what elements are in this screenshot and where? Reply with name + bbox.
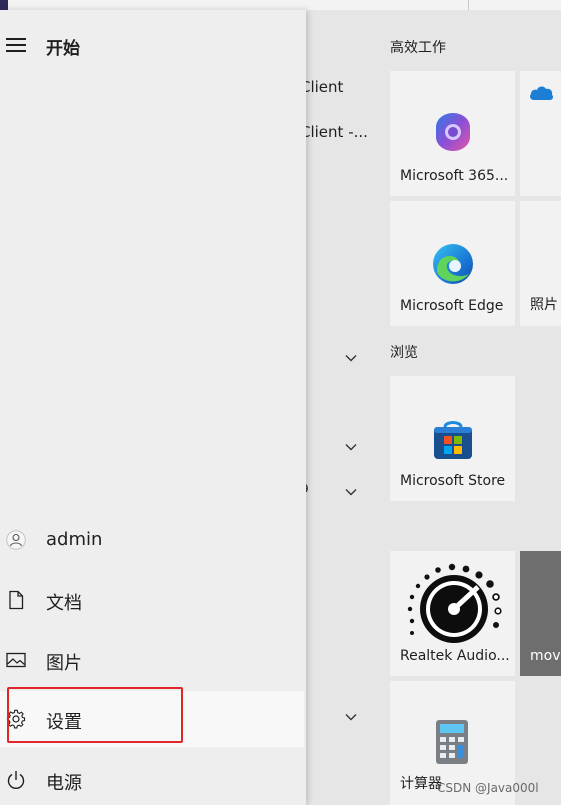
chevron-down-icon[interactable]: [344, 350, 358, 364]
start-menu-pane: 开始 admin 文档 图片 设置 电源: [0, 10, 306, 805]
tile-realtek-audio[interactable]: Realtek Audio...: [390, 551, 515, 676]
nav-item-documents[interactable]: 文档: [0, 572, 304, 628]
app-list-item[interactable]: Client: [300, 78, 343, 96]
nav-item-label: 设置: [46, 712, 82, 733]
tile-label: Microsoft 365...: [400, 168, 509, 184]
tile-movies[interactable]: move: [520, 551, 561, 676]
tile-photos[interactable]: 照片: [520, 201, 561, 326]
nav-item-pictures[interactable]: 图片: [0, 632, 304, 688]
hamburger-menu-icon[interactable]: [6, 38, 26, 54]
nav-item-label: admin: [46, 529, 103, 550]
app-list: Client Client -...: [300, 0, 390, 805]
chevron-down-icon[interactable]: [344, 484, 358, 498]
tile-label: Realtek Audio...: [400, 648, 510, 664]
top-strip: [0, 0, 561, 10]
nav-item-account[interactable]: admin: [0, 512, 304, 568]
document-icon: [6, 590, 26, 610]
realtek-audio-icon: [404, 563, 502, 645]
start-title: 开始: [46, 39, 80, 59]
edge-icon: [431, 242, 475, 286]
calculator-icon: [435, 719, 469, 765]
chevron-down-icon[interactable]: [344, 439, 358, 453]
nav-item-settings[interactable]: 设置: [0, 691, 304, 747]
nav-item-label: 图片: [46, 653, 82, 674]
microsoft-365-icon: [432, 111, 474, 153]
onedrive-icon: [528, 84, 554, 102]
tile-group-title: 浏览: [390, 345, 418, 361]
nav-item-power[interactable]: 电源: [0, 752, 304, 805]
divider: [468, 0, 469, 10]
store-icon: [431, 417, 475, 461]
tile-microsoft-365[interactable]: Microsoft 365...: [390, 71, 515, 196]
tile-label: 照片: [530, 297, 558, 313]
gear-icon: [6, 709, 26, 729]
tile-label: Microsoft Store: [400, 473, 506, 489]
watermark: CSDN @Java000l: [437, 781, 539, 795]
user-avatar-icon: [6, 530, 26, 550]
nav-item-label: 电源: [46, 773, 82, 794]
picture-icon: [6, 650, 26, 670]
tile-label: move: [530, 648, 561, 664]
chevron-down-icon[interactable]: [344, 709, 358, 723]
window-edge: [0, 0, 8, 10]
tile-microsoft-store[interactable]: Microsoft Store: [390, 376, 515, 501]
screen: Client Client -... 9 高效工作 浏览: [0, 0, 561, 805]
nav-item-label: 文档: [46, 593, 82, 614]
power-icon: [6, 770, 26, 790]
tile-microsoft-edge[interactable]: Microsoft Edge: [390, 201, 515, 326]
app-list-item[interactable]: Client -...: [300, 123, 368, 141]
tile-label: Microsoft Edge: [400, 298, 504, 314]
tile-onedrive[interactable]: [520, 71, 561, 196]
tile-group-title: 高效工作: [390, 40, 446, 56]
